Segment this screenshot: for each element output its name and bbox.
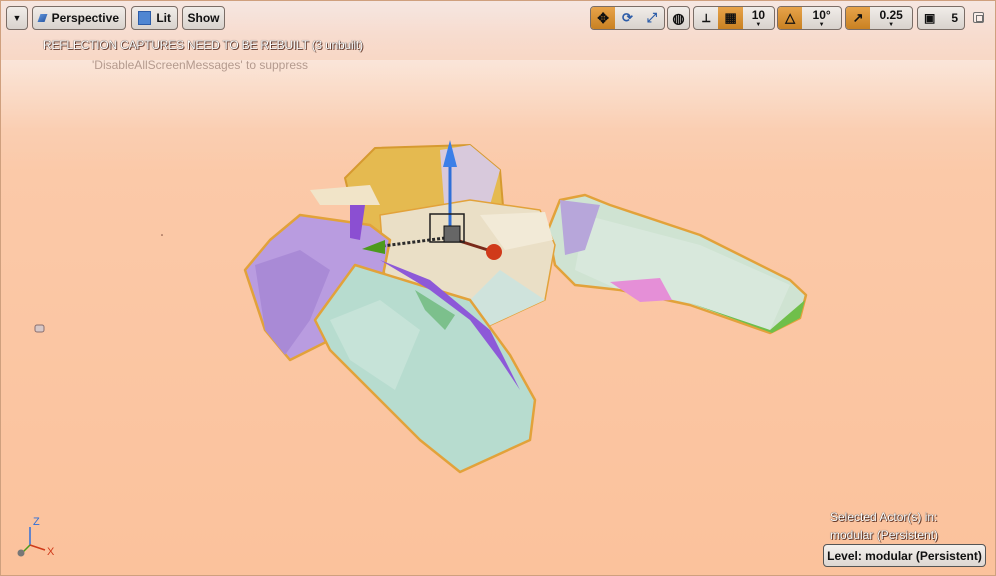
transform-tools-group: ✥ ⟳ ⤢ — [590, 6, 665, 30]
selected-actor-line1: Selected Actor(s) in: — [830, 510, 938, 524]
distant-object — [161, 234, 163, 236]
lit-cube-icon — [138, 11, 152, 25]
surface-snap-icon: ⟂ — [702, 10, 711, 25]
restore-window-icon — [976, 15, 983, 22]
suppress-hint-message: 'DisableAllScreenMessages' to suppress — [92, 58, 309, 72]
chevron-down-icon: ▼ — [888, 22, 895, 28]
chevron-down-icon: ▼ — [755, 22, 762, 28]
chevron-down-icon: ▼ — [12, 13, 22, 23]
camera-speed-button[interactable]: ▣ 5 — [917, 6, 965, 30]
scale-snap-group: ↗ 0.25 ▼ — [845, 6, 913, 30]
viewport-options-button[interactable]: ▼ — [6, 6, 28, 30]
rotation-snap-toggle[interactable]: △ — [778, 7, 803, 29]
grid-snap-value-label: 10 — [751, 8, 766, 22]
grid-icon: ▦ — [724, 10, 737, 25]
scale-tool-button[interactable]: ⤢ — [640, 7, 664, 29]
axis-indicator: Z X — [17, 516, 55, 558]
small-actor-icon[interactable] — [34, 324, 45, 333]
chevron-down-icon: ▼ — [818, 22, 825, 28]
current-level-button[interactable]: Level: modular (Persistent) — [823, 544, 986, 567]
rotate-tool-button[interactable]: ⟳ — [615, 7, 639, 29]
rotate-icon: ⟳ — [622, 10, 633, 25]
camera-icon: ▣ — [924, 11, 936, 25]
coordinate-system-button[interactable]: ◍ — [667, 6, 690, 30]
maximize-viewport-button[interactable] — [973, 12, 984, 23]
angle-icon: △ — [785, 10, 796, 25]
move-arrows-icon: ✥ — [597, 9, 610, 26]
scale-arrow-icon: ↗ — [852, 10, 864, 25]
view-mode-button[interactable]: Lit — [131, 6, 178, 30]
grid-snap-group: ⟂ ▦ 10 ▼ — [693, 6, 775, 30]
perspective-camera-icon — [37, 14, 48, 22]
rotation-snap-value[interactable]: 10° ▼ — [802, 7, 841, 29]
perspective-button[interactable]: Perspective — [32, 6, 126, 30]
scene-render: Z X — [17, 140, 808, 558]
globe-icon: ◍ — [672, 9, 685, 26]
rotation-snap-value-label: 10° — [812, 8, 831, 22]
translate-tool-button[interactable]: ✥ — [591, 7, 616, 29]
grid-snap-toggle[interactable]: ▦ — [718, 7, 743, 29]
scale-snap-value-label: 0.25 — [879, 8, 903, 22]
surface-snap-button[interactable]: ⟂ — [694, 7, 718, 29]
3d-viewport[interactable]: Z X ▼ Perspective Lit Show ✥ ⟳ ⤢ ◍ ⟂ ▦ 1… — [0, 0, 996, 576]
scale-snap-value[interactable]: 0.25 ▼ — [870, 7, 912, 29]
scale-icon: ⤢ — [646, 10, 658, 25]
selected-mesh[interactable] — [243, 144, 808, 474]
scale-snap-toggle[interactable]: ↗ — [846, 7, 871, 29]
selected-actor-line2: modular (Persistent) — [830, 528, 939, 542]
axis-z-label: Z — [33, 516, 40, 528]
show-button[interactable]: Show — [182, 6, 225, 30]
show-label: Show — [187, 11, 220, 25]
perspective-label: Perspective — [51, 11, 119, 25]
axis-x-label: X — [47, 546, 55, 558]
lit-label: Lit — [156, 11, 171, 25]
rotation-snap-group: △ 10° ▼ — [777, 6, 842, 30]
camera-speed-value: 5 — [951, 11, 958, 25]
selected-actor-info: Selected Actor(s) in: modular (Persisten… — [830, 508, 938, 544]
grid-snap-value[interactable]: 10 ▼ — [743, 7, 774, 29]
reflection-warning-message: REFLECTION CAPTURES NEED TO BE REBUILT (… — [43, 38, 363, 52]
